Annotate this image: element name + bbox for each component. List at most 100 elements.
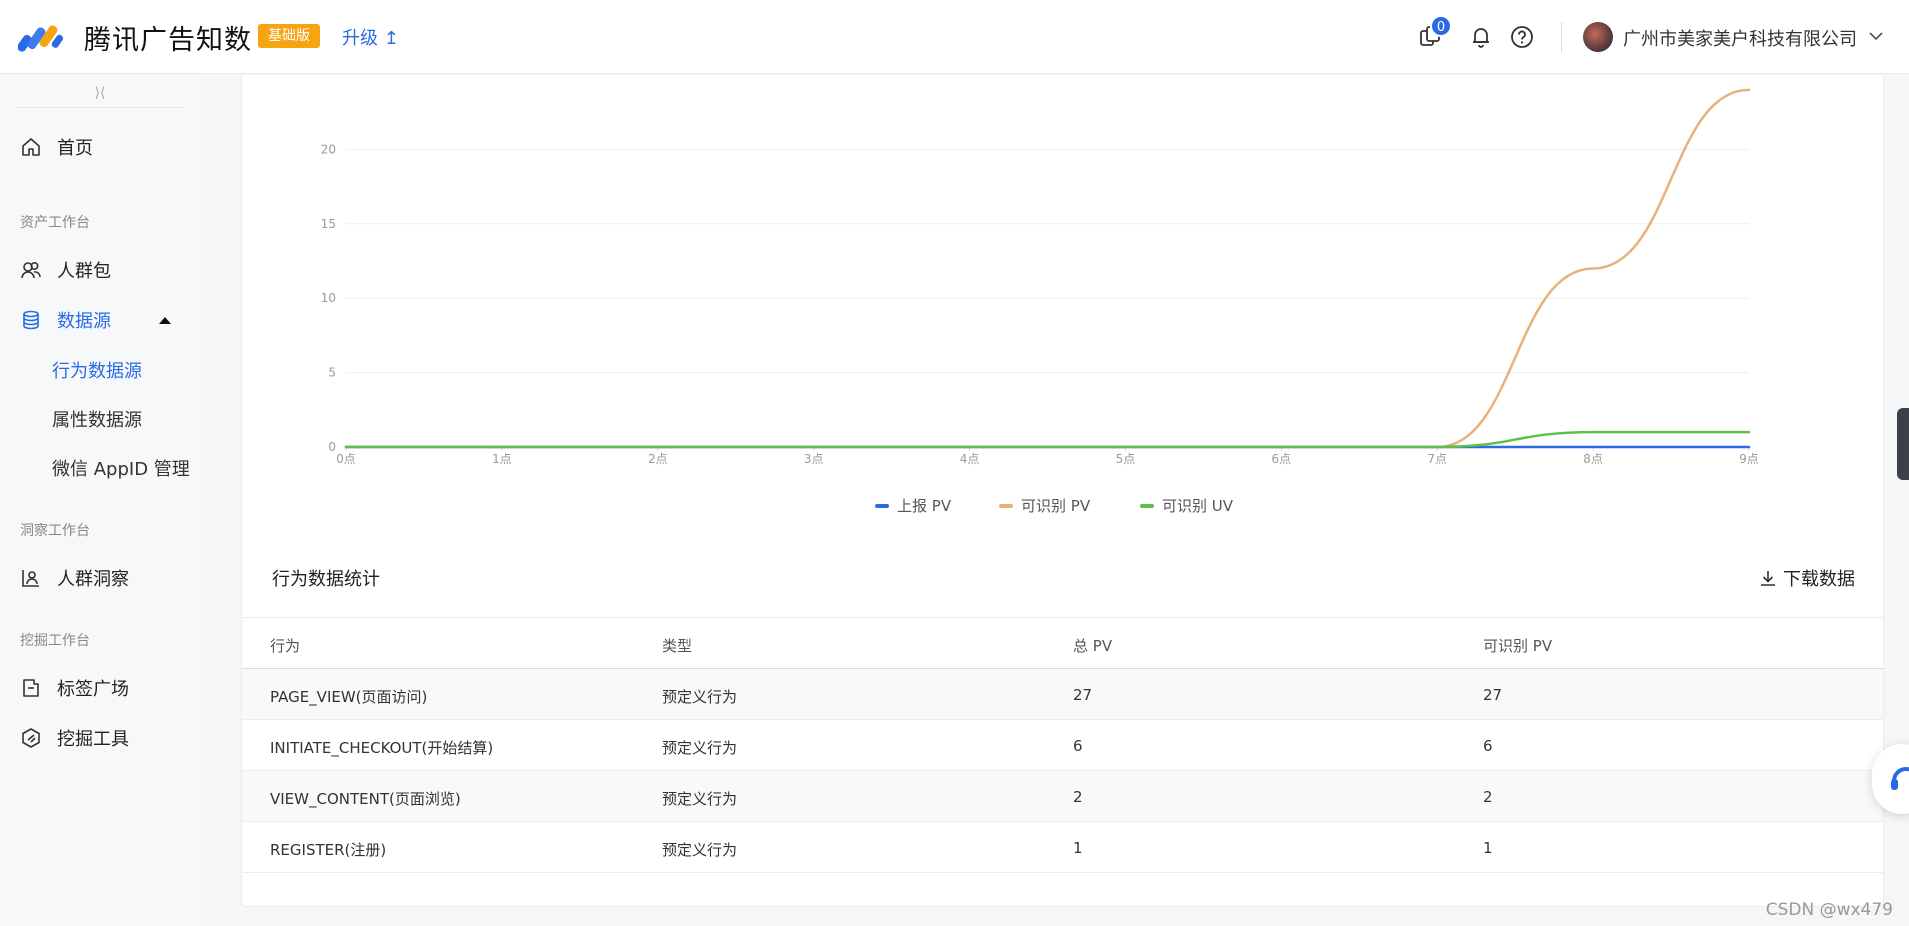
upgrade-arrow-icon: ↥ [383, 28, 399, 49]
y-tick-label: 10 [321, 291, 336, 305]
legend-swatch [1140, 503, 1154, 508]
cell-type: 预定义行为 [662, 790, 738, 808]
y-tick-label: 0 [328, 440, 336, 454]
sidebar-item-home[interactable]: 首页 [0, 127, 200, 167]
upgrade-link[interactable]: 升级 ↥ [342, 24, 399, 50]
download-data-button[interactable]: 下载数据 [1759, 565, 1855, 591]
avatar[interactable] [1583, 22, 1613, 52]
cell-total-pv: 1 [1073, 839, 1083, 857]
x-tick-label: 7点 [1427, 452, 1447, 466]
sidebar-collapse-button[interactable]: ⟩⟨ [0, 85, 200, 107]
edition-badge: 基础版 [258, 24, 320, 48]
y-tick-label: 15 [321, 217, 336, 231]
mining-tool-icon [22, 728, 40, 748]
sidebar-item-label: 标签广场 [57, 679, 129, 700]
legend-label: 可识别 UV [1162, 497, 1234, 515]
chevron-down-icon[interactable] [1866, 26, 1886, 46]
cell-identified-pv: 2 [1483, 788, 1493, 806]
x-tick-label: 4点 [960, 452, 980, 466]
header-divider [1561, 22, 1562, 52]
main-panel: 0 5 10 15 20 0点 1点 2点 3点 4点 5点 6点 7点 8点 9点 上报 PV 可识别 P… [241, 75, 1884, 907]
x-tick-label: 8点 [1583, 452, 1603, 466]
company-name[interactable]: 广州市美家美户科技有限公司 [1623, 25, 1857, 51]
cell-identified-pv: 6 [1483, 737, 1493, 755]
legend-item-identified-pv[interactable]: 可识别 PV [999, 495, 1090, 516]
message-count-badge: 0 [1430, 15, 1452, 37]
database-icon [23, 310, 39, 330]
legend-swatch [875, 503, 889, 508]
download-icon [1761, 571, 1775, 586]
headset-icon [1891, 767, 1909, 790]
sidebar-item-label: 首页 [57, 138, 93, 159]
table-row[interactable]: REGISTER(注册) 预定义行为 1 1 [242, 822, 1883, 873]
table-row[interactable]: PAGE_VIEW(页面访问) 预定义行为 27 27 [242, 669, 1883, 720]
cell-behavior: VIEW_CONTENT(页面浏览) [270, 790, 461, 808]
users-icon [21, 261, 41, 279]
x-tick-label: 5点 [1116, 452, 1136, 466]
cell-identified-pv: 27 [1483, 686, 1503, 704]
cell-type: 预定义行为 [662, 688, 738, 706]
sidebar-item-tag-square[interactable]: 标签广场 [0, 668, 200, 708]
app-title: 腾讯广告知数 [84, 25, 252, 56]
section-title: 行为数据统计 [272, 569, 380, 590]
group-label-mining: 挖掘工作台 [20, 633, 90, 649]
table-row[interactable]: VIEW_CONTENT(页面浏览) 预定义行为 2 2 [242, 771, 1883, 822]
sidebar-item-mining-tool[interactable]: 挖掘工具 [0, 718, 200, 758]
cell-type: 预定义行为 [662, 841, 738, 859]
sidebar-item-audience-insight[interactable]: 人群洞察 [0, 558, 200, 598]
cell-total-pv: 27 [1073, 686, 1093, 704]
trend-line-chart: 0 5 10 15 20 0点 1点 2点 3点 4点 5点 6点 7点 8点 9点 [321, 88, 1759, 466]
caret-up-icon[interactable] [158, 315, 172, 325]
group-label-insight: 洞察工作台 [20, 523, 90, 539]
column-header-behavior: 行为 [270, 637, 301, 655]
watermark: CSDN @wx479 [1765, 900, 1893, 920]
legend-item-reported-pv[interactable]: 上报 PV [875, 495, 951, 516]
cell-type: 预定义行为 [662, 739, 738, 757]
behavior-stats-table: 行为 类型 总 PV 可识别 PV PAGE_VIEW(页面访问) 预定义行为 … [242, 617, 1883, 873]
column-header-identified-pv: 可识别 PV [1483, 637, 1553, 655]
x-tick-label: 2点 [648, 452, 668, 466]
group-label-asset: 资产工作台 [20, 215, 90, 231]
x-tick-label: 1点 [492, 452, 512, 466]
series-line-identified-uv [344, 430, 1751, 449]
table-header-row: 行为 类型 总 PV 可识别 PV [242, 618, 1883, 669]
sidebar-subitem-wechat-appid[interactable]: 微信 AppID 管理 [52, 455, 190, 481]
sidebar-item-label: 人群洞察 [57, 569, 129, 590]
insight-chart-icon [22, 570, 39, 587]
cell-behavior: REGISTER(注册) [270, 841, 387, 859]
cell-behavior: PAGE_VIEW(页面访问) [270, 688, 428, 706]
cell-total-pv: 2 [1073, 788, 1083, 806]
sidebar-subitem-attribute-source[interactable]: 属性数据源 [52, 406, 142, 432]
help-icon[interactable] [1509, 24, 1535, 50]
sidebar-item-label: 人群包 [57, 261, 111, 282]
bell-icon[interactable] [1468, 24, 1494, 50]
side-feedback-widget[interactable] [1897, 408, 1909, 480]
cell-total-pv: 6 [1073, 737, 1083, 755]
sidebar-item-audience-pack[interactable]: 人群包 [0, 250, 200, 290]
sidebar-divider [15, 107, 185, 108]
sidebar-subitem-behavior-source[interactable]: 行为数据源 [52, 357, 142, 383]
upgrade-label: 升级 [342, 28, 378, 49]
legend-label: 可识别 PV [1021, 497, 1091, 515]
x-tick-label: 3点 [804, 452, 824, 466]
legend-label: 上报 PV [897, 497, 952, 515]
x-tick-label: 9点 [1739, 452, 1759, 466]
tag-icon [23, 679, 39, 697]
sidebar-item-data-source[interactable]: 数据源 [0, 300, 200, 340]
y-tick-label: 5 [328, 366, 336, 380]
legend-item-identified-uv[interactable]: 可识别 UV [1140, 495, 1233, 516]
series-line-identified-pv [344, 88, 1751, 449]
cell-behavior: INITIATE_CHECKOUT(开始结算) [270, 739, 494, 757]
brand-logo[interactable] [18, 20, 64, 52]
home-icon [22, 138, 40, 156]
table-row[interactable]: INITIATE_CHECKOUT(开始结算) 预定义行为 6 6 [242, 720, 1883, 771]
x-tick-label: 0点 [336, 452, 356, 466]
legend-swatch [999, 503, 1013, 508]
column-header-total-pv: 总 PV [1073, 637, 1113, 655]
y-tick-label: 20 [321, 142, 336, 156]
top-header: 腾讯广告知数 基础版 升级 ↥ 0 广州市美家美户科技有限公司 [0, 0, 1909, 74]
x-tick-label: 6点 [1272, 452, 1292, 466]
download-label: 下载数据 [1783, 569, 1855, 590]
sidebar: ⟩⟨ 首页 资产工作台 人群包 数据源 行为数据源 属性数据源 微信 AppID… [0, 75, 200, 926]
cell-identified-pv: 1 [1483, 839, 1493, 857]
